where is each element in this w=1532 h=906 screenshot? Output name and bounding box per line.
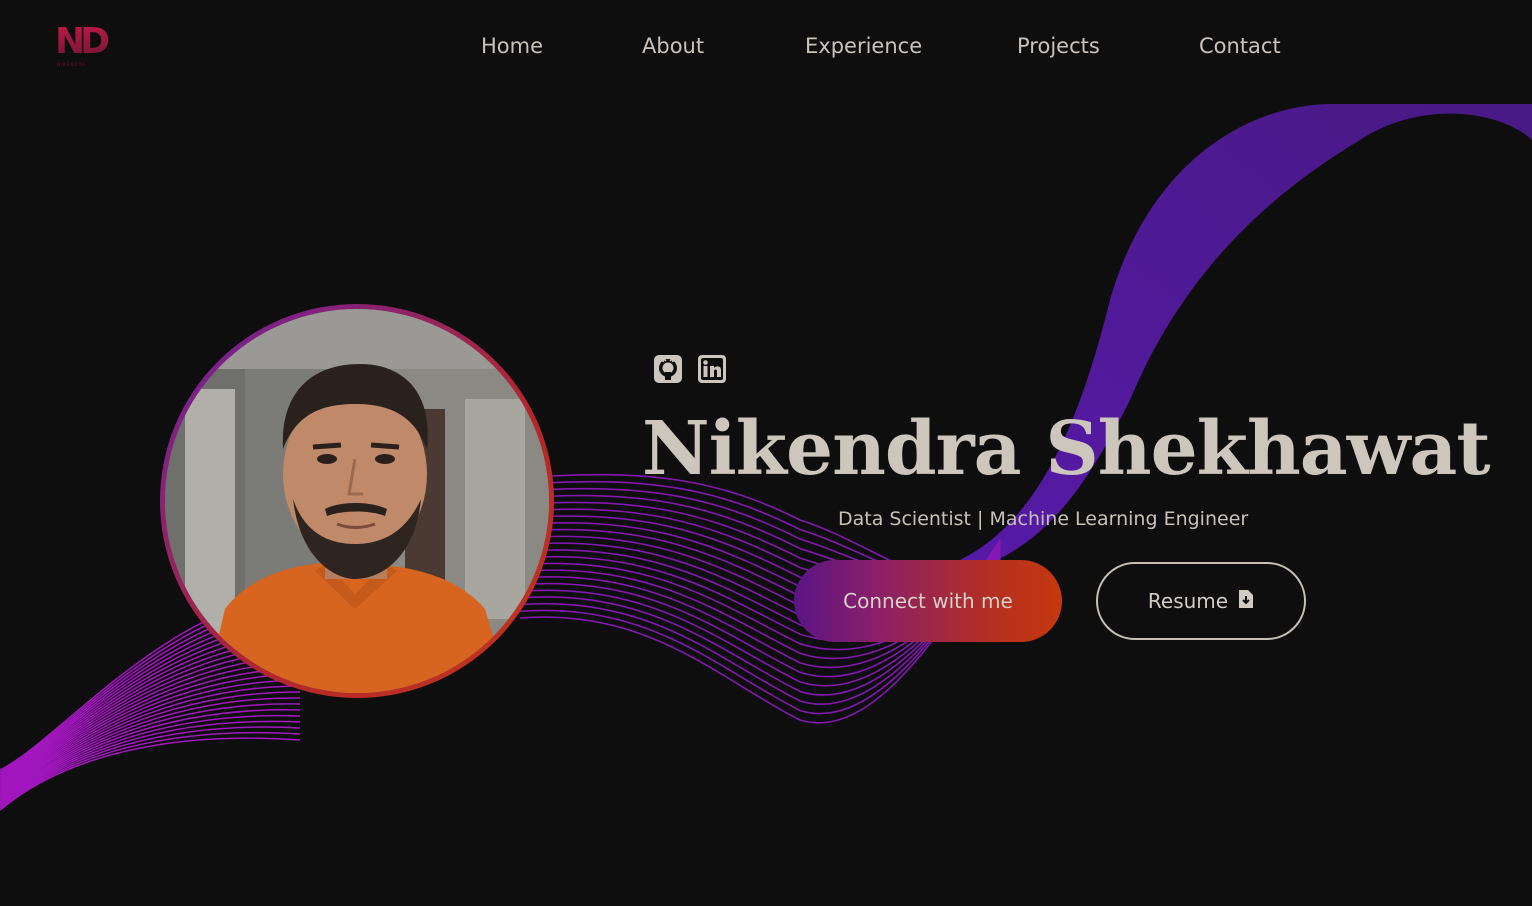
hero-name: Nikendra Shekhawat <box>642 406 1491 492</box>
hero-role: Data Scientist | Machine Learning Engine… <box>838 508 1249 530</box>
nav-projects[interactable]: Projects <box>1017 34 1100 58</box>
navbar: ND NIKENDRA Home About Experience Projec… <box>0 0 1532 100</box>
file-download-icon <box>1238 589 1254 614</box>
linkedin-icon[interactable] <box>697 354 727 384</box>
github-icon[interactable] <box>653 354 683 384</box>
nav-home[interactable]: Home <box>481 34 543 58</box>
logo-text: ND <box>55 22 110 62</box>
profile-photo <box>165 309 549 693</box>
resume-button-label: Resume <box>1147 589 1229 613</box>
page: ND NIKENDRA Home About Experience Projec… <box>0 0 1532 906</box>
logo[interactable]: ND NIKENDRA <box>55 22 110 68</box>
resume-button[interactable]: Resume <box>1096 562 1306 640</box>
connect-button-label: Connect with me <box>843 589 1013 613</box>
connect-button[interactable]: Connect with me <box>794 560 1062 642</box>
nav-about[interactable]: About <box>642 34 704 58</box>
nav-contact[interactable]: Contact <box>1199 34 1281 58</box>
logo-subtext: NIKENDRA <box>57 62 86 67</box>
nav-experience[interactable]: Experience <box>805 34 922 58</box>
profile-photo-frame <box>160 304 554 698</box>
